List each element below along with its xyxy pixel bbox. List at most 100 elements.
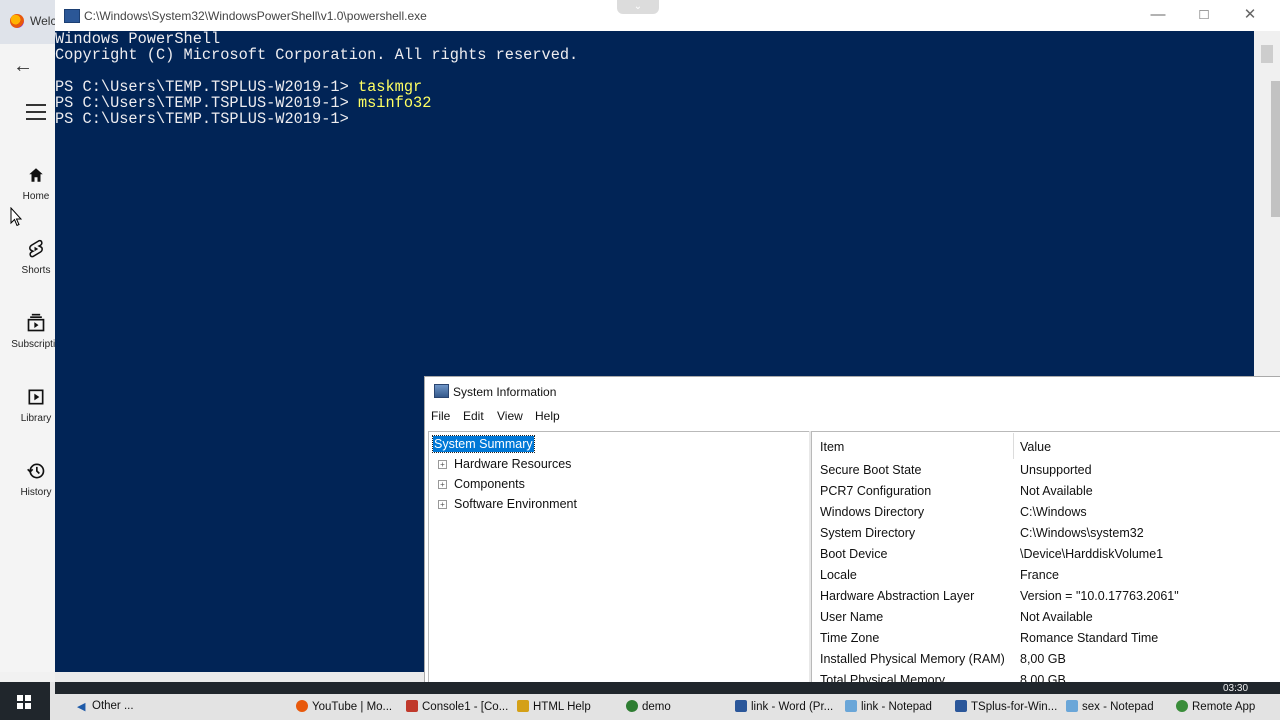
youtube-sidebar: [0, 44, 55, 672]
row-item: Time Zone: [820, 631, 880, 645]
row-value: C:\Windows\system32: [1020, 526, 1144, 540]
maximize-button[interactable]: □: [1181, 4, 1227, 26]
taskbar-item-word-link[interactable]: link - Word (Pr...: [735, 700, 833, 716]
scroll-up-button[interactable]: [1261, 45, 1273, 63]
tree-item-components[interactable]: Components: [454, 477, 525, 491]
taskbar-item-youtube[interactable]: YouTube | Mo...: [296, 700, 392, 716]
close-button[interactable]: ✕: [1227, 4, 1273, 26]
row-item: Secure Boot State: [820, 463, 922, 477]
taskbar-item-label: demo: [642, 701, 671, 713]
row-value: C:\Windows: [1020, 505, 1087, 519]
word-icon: [735, 700, 747, 712]
taskbar-item-demo[interactable]: demo: [626, 700, 671, 716]
table-row[interactable]: Secure Boot State Unsupported: [812, 463, 1280, 484]
taskbar-item-label: sex - Notepad: [1082, 701, 1154, 713]
expand-icon[interactable]: +: [438, 460, 447, 469]
row-value: Romance Standard Time: [1020, 631, 1159, 645]
powershell-icon: [64, 9, 80, 23]
clock[interactable]: 03:30: [1223, 683, 1248, 694]
firefox-icon: [10, 14, 24, 28]
category-tree[interactable]: System Summary + Hardware Resources + Co…: [428, 431, 810, 685]
menu-help[interactable]: Help: [535, 409, 560, 423]
taskbar-scroll-left-icon[interactable]: ◀: [77, 700, 85, 713]
system-information-titlebar[interactable]: System Information: [425, 377, 1280, 406]
mmc-icon: [406, 700, 418, 712]
row-item: Locale: [820, 568, 857, 582]
notepad-icon: [1066, 700, 1078, 712]
tree-item-hardware-resources[interactable]: Hardware Resources: [454, 457, 571, 471]
back-arrow-icon[interactable]: ←: [13, 55, 33, 78]
row-item: System Directory: [820, 526, 916, 540]
row-item: Windows Directory: [820, 505, 925, 519]
table-row[interactable]: Time Zone Romance Standard Time: [812, 631, 1280, 652]
browser-tab-strip: Welc: [0, 0, 60, 44]
hamburger-menu-icon[interactable]: [26, 104, 46, 125]
console-line: Windows PowerShell: [55, 31, 220, 47]
browser-tab-title[interactable]: Welc: [30, 14, 56, 28]
menu-view[interactable]: View: [497, 409, 523, 423]
table-row[interactable]: Hardware Abstraction Layer Version = "10.…: [812, 589, 1280, 610]
console-line: Copyright (C) Microsoft Corporation. All…: [55, 47, 578, 63]
taskbar-item-label: YouTube | Mo...: [312, 701, 393, 713]
console-line: PS C:\Users\TEMP.TSPLUS-W2019-1>: [55, 111, 358, 127]
row-value: France: [1020, 568, 1059, 582]
window-title: System Information: [453, 385, 557, 399]
mouse-cursor-icon: [10, 206, 23, 232]
table-row[interactable]: Windows Directory C:\Windows: [812, 505, 1280, 526]
system-information-icon: [434, 384, 449, 398]
taskbar-item-notepad-link[interactable]: link - Notepad: [845, 700, 932, 716]
remote-app-icon: [1176, 700, 1188, 712]
column-header-item[interactable]: Item: [820, 440, 844, 454]
row-value: Not Available: [1020, 610, 1093, 624]
row-value: \Device\HarddiskVolume1: [1020, 547, 1164, 561]
menu-edit[interactable]: Edit: [463, 409, 484, 423]
taskbar-item-label: TSplus-for-Win...: [971, 701, 1058, 713]
row-item: Installed Physical Memory (RAM): [820, 652, 1005, 666]
system-information-window: System Information File Edit View Help S…: [424, 376, 1280, 685]
table-row[interactable]: System Directory C:\Windows\system32: [812, 526, 1280, 547]
word-icon: [955, 700, 967, 712]
menu-bar: File Edit View Help: [425, 406, 1280, 428]
table-row[interactable]: Installed Physical Memory (RAM) 8,00 GB: [812, 652, 1280, 673]
console-line: PS C:\Users\TEMP.TSPLUS-W2019-1> taskmgr: [55, 79, 422, 95]
start-button[interactable]: [0, 682, 50, 720]
column-separator[interactable]: [1013, 433, 1014, 459]
expand-icon[interactable]: +: [438, 500, 447, 509]
column-header-value[interactable]: Value: [1020, 440, 1051, 454]
row-value: Version = "10.0.17763.2061": [1020, 589, 1179, 603]
menu-file[interactable]: File: [431, 409, 450, 423]
scrollbar-thumb[interactable]: [1271, 81, 1280, 217]
table-row[interactable]: Locale France: [812, 568, 1280, 589]
windows-logo-icon: [17, 695, 31, 709]
taskbar-item-other[interactable]: Other ...: [92, 700, 134, 716]
row-value: Not Available: [1020, 484, 1093, 498]
firefox-icon: [296, 700, 308, 712]
taskbar-overlay: [55, 682, 1280, 694]
taskbar-item-tsplus[interactable]: TSplus-for-Win...: [955, 700, 1057, 716]
taskbar-item-html-help[interactable]: HTML Help: [517, 700, 591, 716]
row-item: Hardware Abstraction Layer: [820, 589, 975, 603]
taskbar-item-notepad-sex[interactable]: sex - Notepad: [1066, 700, 1154, 716]
user-icon: [626, 700, 638, 712]
help-icon: [517, 700, 529, 712]
table-row[interactable]: PCR7 Configuration Not Available: [812, 484, 1280, 505]
chevron-down-icon[interactable]: ⌄: [617, 0, 659, 14]
summary-table: Item Value Secure Boot State Unsupported …: [811, 431, 1280, 685]
taskbar-item-remote-app[interactable]: Remote App: [1176, 700, 1255, 716]
taskbar-item-label: link - Notepad: [861, 701, 932, 713]
powershell-titlebar[interactable]: C:\Windows\System32\WindowsPowerShell\v1…: [55, 0, 1280, 31]
row-value: 8,00 GB: [1020, 652, 1066, 666]
tree-item-system-summary[interactable]: System Summary: [432, 435, 535, 453]
table-row[interactable]: User Name Not Available: [812, 610, 1280, 631]
row-item: Boot Device: [820, 547, 888, 561]
row-item: User Name: [820, 610, 884, 624]
taskbar-item-label: link - Word (Pr...: [751, 701, 834, 713]
tree-item-software-environment[interactable]: Software Environment: [454, 497, 577, 511]
row-item: PCR7 Configuration: [820, 484, 932, 498]
minimize-button[interactable]: —: [1135, 4, 1181, 26]
expand-icon[interactable]: +: [438, 480, 447, 489]
taskbar-item-console1[interactable]: Console1 - [Co...: [406, 700, 508, 716]
row-value: Unsupported: [1020, 463, 1092, 477]
notepad-icon: [845, 700, 857, 712]
table-row[interactable]: Boot Device \Device\HarddiskVolume1: [812, 547, 1280, 568]
